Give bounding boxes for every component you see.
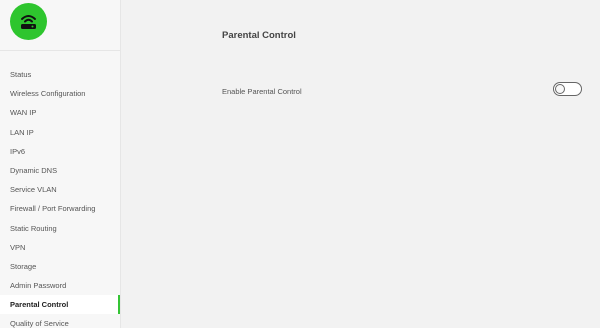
sidebar-item-status[interactable]: Status — [0, 65, 120, 84]
toggle-knob — [555, 84, 565, 94]
sidebar-item-storage[interactable]: Storage — [0, 257, 120, 276]
enable-parental-control-toggle[interactable] — [553, 82, 582, 96]
sidebar: Status Wireless Configuration WAN IP LAN… — [0, 0, 121, 328]
sidebar-item-dynamic-dns[interactable]: Dynamic DNS — [0, 161, 120, 180]
sidebar-item-parental-control[interactable]: Parental Control — [0, 295, 120, 315]
sidebar-item-wan-ip[interactable]: WAN IP — [0, 103, 120, 122]
sidebar-item-quality-of-service[interactable]: Quality of Service — [0, 314, 120, 328]
main-content: Parental Control Enable Parental Control — [121, 0, 600, 328]
sidebar-item-lan-ip[interactable]: LAN IP — [0, 123, 120, 142]
sidebar-item-admin-password[interactable]: Admin Password — [0, 276, 120, 295]
router-admin-app: Status Wireless Configuration WAN IP LAN… — [0, 0, 600, 328]
logo-area — [0, 0, 120, 51]
sidebar-item-ipv6[interactable]: IPv6 — [0, 142, 120, 161]
sidebar-item-vpn[interactable]: VPN — [0, 238, 120, 257]
sidebar-nav: Status Wireless Configuration WAN IP LAN… — [0, 65, 120, 328]
sidebar-item-service-vlan[interactable]: Service VLAN — [0, 180, 120, 199]
sidebar-item-firewall-port-forwarding[interactable]: Firewall / Port Forwarding — [0, 199, 120, 218]
enable-parental-control-label: Enable Parental Control — [222, 87, 302, 96]
router-wifi-glyph — [21, 15, 36, 29]
page-title: Parental Control — [222, 30, 296, 41]
router-wifi-icon[interactable] — [10, 3, 47, 40]
sidebar-item-wireless-configuration[interactable]: Wireless Configuration — [0, 84, 120, 103]
sidebar-item-static-routing[interactable]: Static Routing — [0, 219, 120, 238]
